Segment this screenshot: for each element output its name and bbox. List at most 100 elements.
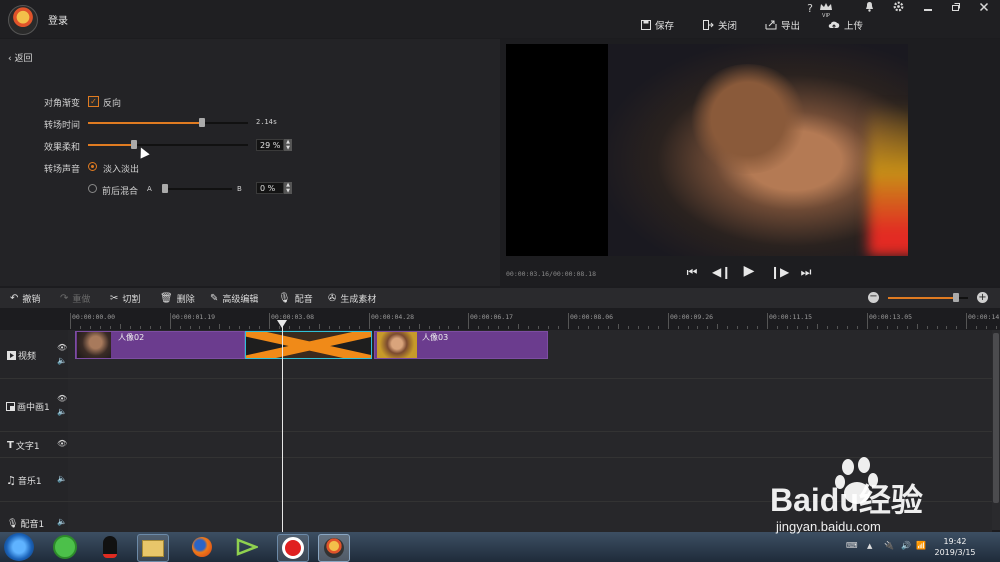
ruler-minor-tick [409, 326, 410, 329]
track-header-text[interactable]: T 文字1 👁 [0, 432, 68, 458]
restore-icon[interactable] [948, 2, 964, 15]
delete-label: 删除 [176, 294, 195, 305]
mix-input[interactable]: 0 % [256, 182, 284, 194]
volume-icon[interactable]: 🔈 [57, 474, 67, 483]
timeline-scrollbar-thumb[interactable] [993, 333, 999, 503]
softness-slider-thumb[interactable] [131, 140, 137, 149]
transition-clip[interactable] [245, 331, 372, 359]
ruler-minor-tick [787, 326, 788, 329]
diagonal-gradient-label: 对角渐变 [44, 99, 81, 109]
undo-button[interactable]: ↶ 撤销 [10, 292, 40, 305]
reverse-label: 反向 [103, 99, 122, 109]
track-header-music[interactable]: ♫ 音乐1 🔈 [0, 458, 68, 502]
volume-icon[interactable]: 🔈 [57, 407, 67, 416]
ruler-minor-tick [618, 324, 619, 329]
delete-button[interactable]: 🗑 删除 [160, 292, 195, 305]
mix-b-label: B [237, 185, 242, 193]
ruler-minor-tick [996, 326, 997, 329]
ruler-minor-tick [578, 326, 579, 329]
track-pip[interactable] [68, 379, 992, 432]
reverse-checkbox[interactable]: ✓ [88, 96, 99, 107]
ruler-tick-label: 00:00:11.15 [769, 313, 813, 321]
ruler-minor-tick [986, 326, 987, 329]
start-button[interactable] [4, 533, 34, 561]
ruler-tick-label: 00:00:13.05 [869, 313, 913, 321]
taskbar-app-360[interactable] [50, 534, 80, 560]
taskbar-app-player[interactable] [232, 534, 262, 560]
ruler-minor-tick [827, 326, 828, 329]
mix-stepper[interactable]: ▲ ▼ [284, 182, 292, 194]
ruler-tick-mark [767, 313, 768, 329]
generate-material-button[interactable]: ✇ 生成素材 [328, 292, 376, 305]
minimize-icon[interactable] [920, 2, 936, 15]
ruler-tick-mark [170, 313, 171, 329]
zoom-slider-thumb[interactable] [953, 293, 959, 302]
duration-label: 转场时间 [44, 121, 81, 131]
crossmix-radio[interactable] [88, 184, 97, 193]
play-icon[interactable]: ▶ [741, 263, 757, 279]
skip-end-icon[interactable]: ⏭ [798, 265, 814, 280]
ruler-minor-tick [887, 326, 888, 329]
vip-icon[interactable]: VIP [817, 1, 835, 19]
visibility-eye-icon[interactable]: 👁 [57, 343, 67, 352]
login-link[interactable]: 登录 [48, 12, 68, 27]
settings-icon[interactable] [890, 1, 906, 15]
ruler-minor-tick [150, 326, 151, 329]
dubbing-button[interactable]: 🎙 配音 [278, 292, 313, 305]
mix-slider[interactable] [162, 188, 232, 190]
zoom-out-icon[interactable]: − [868, 292, 879, 303]
zoom-in-icon[interactable]: + [977, 292, 988, 303]
softness-input[interactable]: 29 % [256, 139, 284, 151]
visibility-eye-icon[interactable]: 👁 [57, 394, 67, 403]
video-icon [7, 351, 16, 360]
taskbar-app-qq[interactable] [95, 534, 125, 560]
ruler-minor-tick [100, 326, 101, 329]
close-project-button[interactable]: 关闭 [703, 18, 737, 32]
upload-label: 上传 [844, 21, 864, 32]
music-icon: ♫ [6, 474, 16, 487]
ruler-minor-tick [458, 326, 459, 329]
playhead-line [282, 326, 283, 532]
save-button[interactable]: 保存 [641, 18, 674, 32]
close-icon[interactable] [976, 2, 992, 15]
volume-icon[interactable]: 🔈 [57, 356, 67, 365]
softness-stepper[interactable]: ▲ ▼ [284, 139, 292, 151]
upload-button[interactable]: 上传 [828, 18, 863, 32]
volume-icon[interactable]: 🔈 [57, 517, 67, 526]
back-link[interactable]: ‹ 返回 [8, 51, 33, 64]
ruler-minor-tick [448, 326, 449, 329]
mix-slider-thumb[interactable] [162, 184, 168, 193]
taskbar-app-video-editor[interactable] [318, 534, 350, 562]
taskbar-app-explorer[interactable] [137, 534, 169, 562]
ruler-minor-tick [847, 326, 848, 329]
visibility-eye-icon[interactable]: 👁 [57, 439, 67, 448]
ruler-minor-tick [897, 326, 898, 329]
ruler-minor-tick [110, 326, 111, 329]
fade-radio[interactable] [88, 162, 97, 171]
notification-icon[interactable] [861, 1, 877, 15]
step-forward-icon[interactable]: ❙▶ [770, 265, 789, 279]
exit-icon [703, 20, 714, 30]
track-header-video[interactable]: 视频 👁 🔈 [0, 330, 68, 379]
zoom-slider-fill [888, 297, 956, 299]
trash-icon: 🗑 [160, 292, 173, 304]
taskbar-app-firefox[interactable] [187, 534, 217, 560]
video-preview[interactable] [506, 44, 908, 256]
ruler-minor-tick [528, 326, 529, 329]
track-header-pip[interactable]: 画中画1 👁 🔈 [0, 379, 68, 432]
watermark-brand: Baidu经验 [770, 482, 923, 518]
export-button[interactable]: 导出 [765, 18, 800, 32]
duration-slider-fill [88, 122, 202, 124]
help-icon[interactable]: ? [802, 2, 818, 15]
advanced-edit-button[interactable]: ✎ 高级编辑 [210, 292, 258, 305]
taskbar-app-recorder[interactable] [277, 534, 309, 562]
track-header-voiceover[interactable]: 🎙 配音1 🔈 [0, 502, 68, 533]
cut-button[interactable]: ✂ 切割 [110, 292, 140, 305]
duration-slider-thumb[interactable] [199, 118, 205, 127]
redo-button[interactable]: ↷ 重做 [60, 292, 90, 305]
ruler-minor-tick [389, 326, 390, 329]
ruler-tick-label: 00:00:01.19 [172, 313, 216, 321]
step-back-icon[interactable]: ◀❙ [712, 265, 731, 279]
skip-start-icon[interactable]: ⏮ [684, 265, 700, 280]
softness-slider-fill [88, 144, 134, 146]
